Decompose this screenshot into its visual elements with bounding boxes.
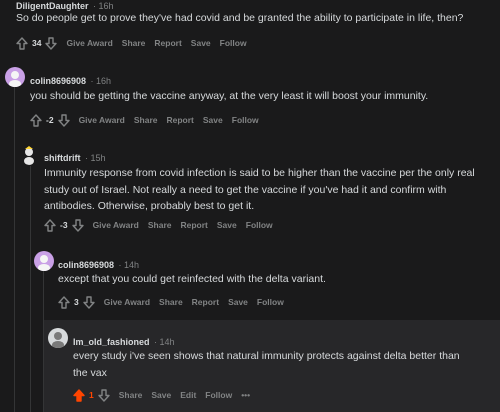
vote-score: -3	[60, 220, 68, 230]
comment-username[interactable]: shiftdrift	[44, 153, 81, 163]
downvote-icon[interactable]	[98, 388, 110, 402]
avatar[interactable]	[34, 251, 54, 271]
follow-button[interactable]: Follow	[246, 220, 273, 230]
give-award-button[interactable]: Give Award	[104, 297, 150, 307]
vote-score: 3	[74, 297, 79, 307]
more-options-button[interactable]: •••	[241, 390, 250, 400]
comment-text-line: study out of Israel. Not really a need t…	[44, 183, 447, 196]
avatar[interactable]	[5, 67, 25, 87]
comment-text: So do people get to prove they've had co…	[16, 12, 464, 24]
save-button[interactable]: Save	[228, 297, 248, 307]
share-button[interactable]: Share	[122, 38, 146, 48]
comment-text: except that you could get reinfected wit…	[58, 273, 326, 285]
comment-username[interactable]: colin8696908	[58, 260, 114, 270]
comment-username[interactable]: Im_old_fashioned	[73, 337, 150, 347]
share-button[interactable]: Share	[159, 297, 183, 307]
comment-username[interactable]: colin8696908	[30, 76, 86, 86]
avatar[interactable]	[20, 145, 40, 165]
report-button[interactable]: Report	[154, 38, 181, 48]
vote-score: 1	[89, 390, 94, 400]
comment-text: every study i've seen shows that natural…	[73, 348, 460, 381]
report-button[interactable]: Report	[181, 220, 208, 230]
save-button[interactable]: Save	[217, 220, 237, 230]
comment-time[interactable]: 16h	[96, 76, 111, 86]
comment-text-line: Immunity response from covid infection i…	[44, 167, 475, 179]
share-button[interactable]: Share	[148, 220, 172, 230]
comment-text-line: antibodies. Otherwise, probably best to …	[44, 200, 255, 212]
comment-time[interactable]: 15h	[90, 153, 105, 163]
follow-button[interactable]: Follow	[205, 390, 232, 400]
downvote-icon[interactable]	[83, 295, 95, 309]
thread-line[interactable]	[30, 166, 31, 412]
follow-button[interactable]: Follow	[220, 38, 247, 48]
comment-time[interactable]: 14h	[124, 260, 139, 270]
give-award-button[interactable]: Give Award	[66, 38, 112, 48]
follow-button[interactable]: Follow	[232, 115, 259, 125]
upvote-icon[interactable]	[30, 113, 42, 127]
avatar[interactable]	[48, 328, 68, 348]
report-button[interactable]: Report	[167, 115, 194, 125]
save-button[interactable]: Save	[191, 38, 211, 48]
comment-text-line: the vax	[73, 366, 107, 379]
report-button[interactable]: Report	[192, 297, 219, 307]
downvote-icon[interactable]	[45, 36, 58, 50]
comment-time[interactable]: 14h	[159, 337, 174, 347]
share-button[interactable]: Share	[119, 390, 143, 400]
give-award-button[interactable]: Give Award	[79, 115, 125, 125]
follow-button[interactable]: Follow	[257, 297, 284, 307]
upvote-icon[interactable]	[73, 388, 85, 402]
comment-text-line: every study i've seen shows that natural…	[73, 350, 460, 362]
thread-line[interactable]	[14, 84, 15, 412]
upvote-icon[interactable]	[44, 218, 56, 232]
save-button[interactable]: Save	[151, 390, 171, 400]
save-button[interactable]: Save	[203, 115, 223, 125]
give-award-button[interactable]: Give Award	[93, 220, 139, 230]
vote-score: 34	[32, 38, 42, 48]
vote-score: -2	[46, 115, 54, 125]
comment-text: Immunity response from covid infection i…	[44, 165, 475, 215]
upvote-icon[interactable]	[58, 295, 70, 309]
downvote-icon[interactable]	[57, 113, 70, 127]
share-button[interactable]: Share	[134, 115, 158, 125]
downvote-icon[interactable]	[71, 218, 84, 232]
edit-button[interactable]: Edit	[180, 390, 196, 400]
comment-text: you should be getting the vaccine anyway…	[30, 90, 429, 102]
upvote-icon[interactable]	[16, 36, 28, 50]
